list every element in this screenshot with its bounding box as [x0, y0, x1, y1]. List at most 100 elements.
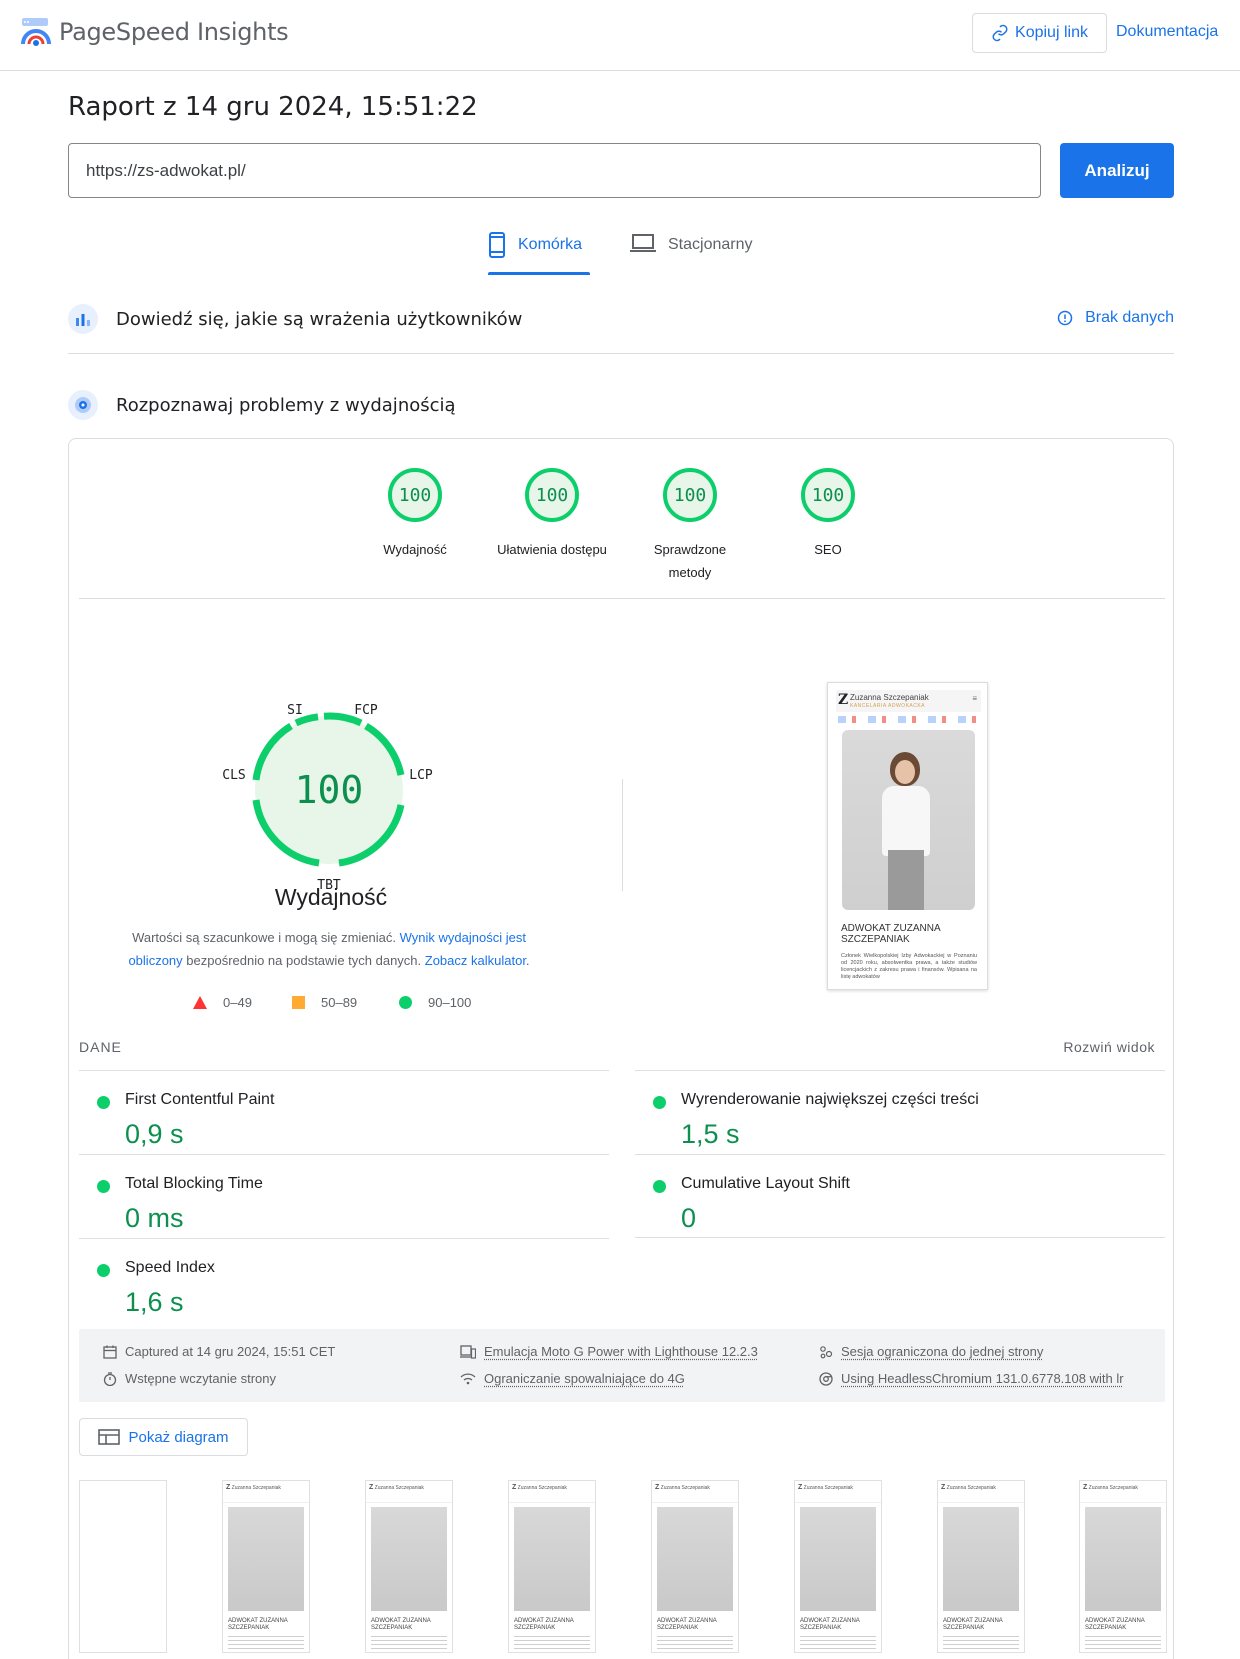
lighthouse-icon [68, 390, 98, 420]
runtime-info: Captured at 14 gru 2024, 15:51 CET Wstęp… [79, 1329, 1165, 1402]
metric-value: 1,5 s [681, 1119, 740, 1150]
frame-heading: ADWOKAT ZUZANNA SZCZEPANIAK [800, 1618, 878, 1632]
score-label: SEO [758, 538, 898, 561]
frame-site-header: Z Zuzanna Szczepaniak [223, 1481, 309, 1503]
ux-section-title: Dowiedź się, jakie są wrażenia użytkowni… [116, 309, 522, 330]
tab-desktop[interactable]: Stacjonarny [630, 232, 753, 276]
initial-load-info: Wstępne wczytanie strony [103, 1371, 276, 1386]
frame-heading: ADWOKAT ZUZANNA SZCZEPANIAK [943, 1618, 1021, 1632]
tab-mobile[interactable]: Komórka [488, 232, 582, 276]
score-gauge-icon: 100 [662, 467, 718, 523]
frame-body-lines [943, 1636, 1019, 1650]
devices-icon [460, 1345, 476, 1359]
svg-text:100: 100 [812, 485, 845, 506]
tab-desktop-label: Stacjonarny [668, 236, 753, 254]
filmstrip-frame: Z Zuzanna Szczepaniak ADWOKAT ZUZANNA SZC… [794, 1480, 882, 1653]
metric-name: Cumulative Layout Shift [681, 1175, 850, 1193]
timer-icon [103, 1372, 117, 1386]
vertical-divider [622, 779, 623, 891]
metric-tbt: Total Blocking Time 0 ms [79, 1154, 609, 1238]
frame-body-lines [228, 1636, 304, 1650]
metric-value: 1,6 s [125, 1287, 184, 1318]
score-accessibility[interactable]: 100 Ułatwienia dostępu [482, 467, 622, 561]
session-info[interactable]: Sesja ograniczona do jednej strony [819, 1344, 1043, 1359]
frame-site-header: Z Zuzanna Szczepaniak [652, 1481, 738, 1503]
legend-pass: 90–100 [399, 995, 471, 1010]
emulation-text: Emulacja Moto G Power with Lighthouse 12… [484, 1344, 758, 1359]
metric-lcp: Wyrenderowanie największej części treści… [635, 1070, 1165, 1154]
copy-link-button[interactable]: Kopiuj link [972, 13, 1107, 53]
lighthouse-report-card: 100 Wydajność 100 Ułatwienia dostępu 100… [68, 438, 1174, 1659]
frame-photo [371, 1507, 447, 1611]
analyze-button[interactable]: Analizuj [1060, 143, 1174, 198]
browser-text: Using HeadlessChromium 131.0.6778.108 wi… [841, 1371, 1124, 1386]
chrome-icon [819, 1372, 833, 1386]
portrait-photo [842, 730, 975, 910]
metric-value: 0,9 s [125, 1119, 184, 1150]
emulation-info[interactable]: Emulacja Moto G Power with Lighthouse 12… [460, 1344, 758, 1359]
frame-site-header: Z Zuzanna Szczepaniak [795, 1481, 881, 1503]
svg-text:100: 100 [674, 485, 707, 506]
browser-info[interactable]: Using HeadlessChromium 131.0.6778.108 wi… [819, 1371, 1124, 1386]
wifi-icon [460, 1372, 476, 1386]
docs-link[interactable]: Dokumentacja [1116, 23, 1218, 41]
metric-name: Speed Index [125, 1259, 215, 1277]
report-title: Raport z 14 gru 2024, 15:51:22 [68, 92, 478, 122]
show-treemap-button[interactable]: Pokaż diagram [79, 1418, 248, 1456]
pagespeed-logo-icon[interactable] [20, 16, 52, 48]
metric-name: Wyrenderowanie największej części treści [681, 1091, 979, 1109]
perf-section-title: Rozpoznawaj problemy z wydajnością [116, 395, 456, 416]
link-icon [991, 24, 1009, 42]
score-gauge-icon: 100 [387, 467, 443, 523]
score-seo[interactable]: 100 SEO [758, 467, 898, 561]
active-tab-indicator [488, 272, 590, 275]
frame-photo [657, 1507, 733, 1611]
frame-body-lines [657, 1636, 733, 1650]
score-gauge-icon: 100 [524, 467, 580, 523]
calculator-link[interactable]: Zobacz kalkulator. [425, 953, 530, 968]
score-label: Ułatwienia dostępu [482, 538, 622, 561]
throttling-info[interactable]: Ograniczanie spowalniające do 4G [460, 1371, 685, 1386]
score-best-practices[interactable]: 100 Sprawdzone metody [620, 467, 760, 584]
metric-name: Total Blocking Time [125, 1175, 263, 1193]
no-data-indicator[interactable]: Brak danych [1057, 309, 1174, 327]
section-divider [68, 353, 1174, 354]
page-heading-line1: ADWOKAT ZUZANNA [841, 923, 941, 934]
frame-body-lines [514, 1636, 590, 1650]
frame-heading: ADWOKAT ZUZANNA SZCZEPANIAK [371, 1618, 449, 1632]
frame-body-lines [800, 1636, 876, 1650]
score-legend: 0–49 50–89 90–100 [193, 995, 533, 1015]
frame-site-header: Z Zuzanna Szczepaniak [938, 1481, 1024, 1503]
laptop-icon [630, 232, 656, 254]
brand-title[interactable]: PageSpeed Insights [59, 18, 288, 46]
smartphone-icon [488, 232, 506, 258]
metric-value: 0 ms [125, 1203, 184, 1234]
copy-link-label: Kopiuj link [1015, 24, 1088, 42]
url-input[interactable] [68, 143, 1041, 198]
captured-info: Captured at 14 gru 2024, 15:51 CET [103, 1344, 335, 1359]
svg-text:100: 100 [399, 485, 432, 506]
pass-dot-icon [97, 1180, 110, 1193]
site-logo-icon: Z [838, 692, 848, 708]
info-icon [1057, 310, 1073, 326]
throttling-text: Ograniczanie spowalniające do 4G [484, 1371, 685, 1386]
svg-text:100: 100 [536, 485, 569, 506]
funding-logos [838, 716, 978, 723]
frame-site-header: Z Zuzanna Szczepaniak [1080, 1481, 1166, 1503]
perf-section-header: Rozpoznawaj problemy z wydajnością [68, 385, 1174, 425]
metric-name: First Contentful Paint [125, 1091, 274, 1109]
score-performance[interactable]: 100 Wydajność [345, 467, 485, 561]
frame-heading: ADWOKAT ZUZANNA SZCZEPANIAK [514, 1618, 592, 1632]
page-heading: ADWOKAT ZUZANNA SZCZEPANIAK [841, 923, 941, 945]
expand-view-toggle[interactable]: Rozwiń widok [1063, 1039, 1155, 1055]
filmstrip-frame [79, 1480, 167, 1653]
final-screenshot[interactable]: Z Zuzanna Szczepaniak KANCELARIA ADWOKAC… [827, 682, 988, 990]
frame-body-lines [371, 1636, 447, 1650]
frame-photo [943, 1507, 1019, 1611]
no-data-label: Brak danych [1085, 309, 1174, 327]
filmstrip-frame: Z Zuzanna Szczepaniak ADWOKAT ZUZANNA SZC… [1079, 1480, 1167, 1653]
filmstrip-frame: Z Zuzanna Szczepaniak ADWOKAT ZUZANNA SZC… [651, 1480, 739, 1653]
site-name: Zuzanna Szczepaniak [850, 693, 929, 702]
performance-gauge: 100 SI FCP LCP CLS TBT [214, 675, 444, 905]
users-chart-icon [68, 304, 98, 334]
